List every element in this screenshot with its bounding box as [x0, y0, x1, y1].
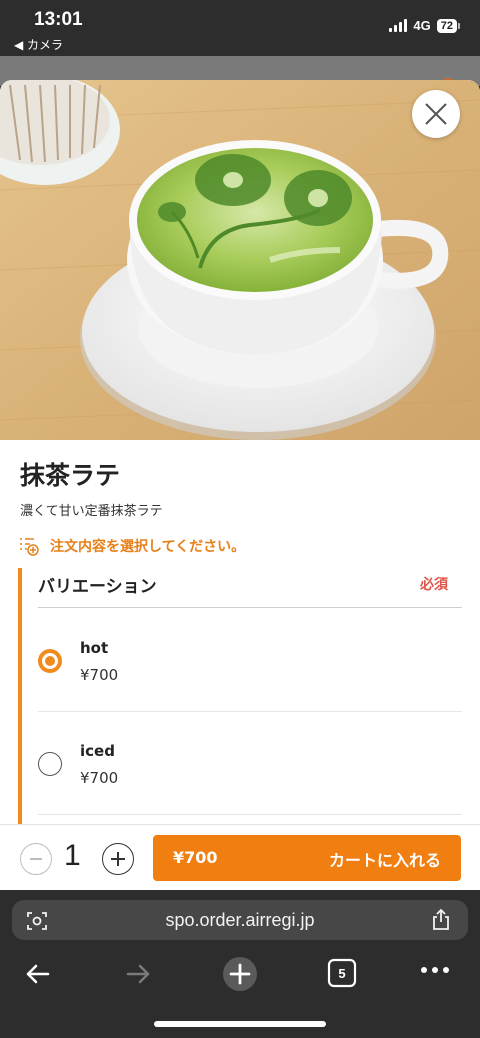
tab-count: 5 — [338, 966, 345, 981]
plus-circle-icon — [223, 957, 257, 991]
product-name: 抹茶ラテ — [20, 461, 121, 490]
radio-unselected-icon[interactable] — [38, 752, 62, 776]
browser-nav-row: 5 — [0, 956, 480, 996]
more-menu-icon[interactable] — [420, 962, 450, 981]
browser-toolbar: spo.order.airregi.jp 5 — [0, 890, 480, 1038]
variation-header: バリエーション 必須 — [38, 568, 462, 608]
status-time: 13:01 — [34, 9, 83, 30]
product-image — [0, 80, 480, 440]
option-hot[interactable]: hot ¥700 — [38, 609, 462, 712]
app-screen: 13:01 ◀ カメラ 4G 72 抹茶ラテ 濃くて甘い定番抹茶ラテ 注文内容を… — [0, 0, 480, 1038]
option-name: iced — [80, 742, 115, 760]
add-to-cart-button[interactable]: ¥700 カートに入れる — [153, 835, 461, 881]
option-iced[interactable]: iced ¥700 — [38, 712, 462, 815]
cart-total: ¥700 — [173, 848, 218, 867]
network-type: 4G — [413, 18, 431, 33]
forward-arrow-icon[interactable] — [124, 960, 152, 992]
notice-text: 注文内容を選択してください。 — [50, 539, 246, 555]
status-bar: 13:01 ◀ カメラ 4G 72 — [0, 0, 480, 56]
list-add-icon — [20, 538, 39, 556]
selection-notice: 注文内容を選択してください。 — [18, 536, 245, 556]
option-price: ¥700 — [80, 769, 119, 787]
tabs-icon: 5 — [327, 958, 357, 988]
tabs-button[interactable]: 5 — [327, 958, 357, 992]
product-detail-sheet: 抹茶ラテ 濃くて甘い定番抹茶ラテ 注文内容を選択してください。 バリエーション … — [0, 80, 480, 890]
close-button[interactable] — [412, 90, 460, 138]
decrease-quantity-button[interactable] — [20, 843, 52, 875]
variation-title: バリエーション — [38, 577, 157, 597]
cart-button-label: カートに入れる — [328, 851, 441, 870]
order-bar: 1 ¥700 カートに入れる — [0, 824, 480, 890]
required-badge: 必須 — [420, 577, 448, 593]
plus-icon — [111, 852, 125, 866]
signal-icon — [389, 19, 408, 32]
address-bar[interactable]: spo.order.airregi.jp — [12, 900, 468, 940]
radio-selected-icon[interactable] — [38, 649, 62, 673]
minus-icon — [30, 858, 42, 860]
increase-quantity-button[interactable] — [102, 843, 134, 875]
new-tab-button[interactable] — [222, 956, 258, 996]
option-price: ¥700 — [80, 666, 119, 684]
battery-icon: 72 — [436, 18, 460, 33]
quantity-value: 1 — [64, 839, 81, 872]
back-to-camera-link[interactable]: ◀ カメラ — [14, 36, 63, 53]
option-name: hot — [80, 639, 109, 657]
back-arrow-icon[interactable] — [24, 960, 52, 992]
battery-level: 72 — [436, 18, 457, 33]
status-indicators: 4G 72 — [389, 18, 460, 33]
home-indicator — [154, 1021, 326, 1027]
share-icon[interactable] — [430, 908, 452, 936]
url-text: spo.order.airregi.jp — [165, 910, 315, 930]
close-icon — [425, 103, 447, 125]
product-description: 濃くて甘い定番抹茶ラテ — [20, 504, 163, 519]
